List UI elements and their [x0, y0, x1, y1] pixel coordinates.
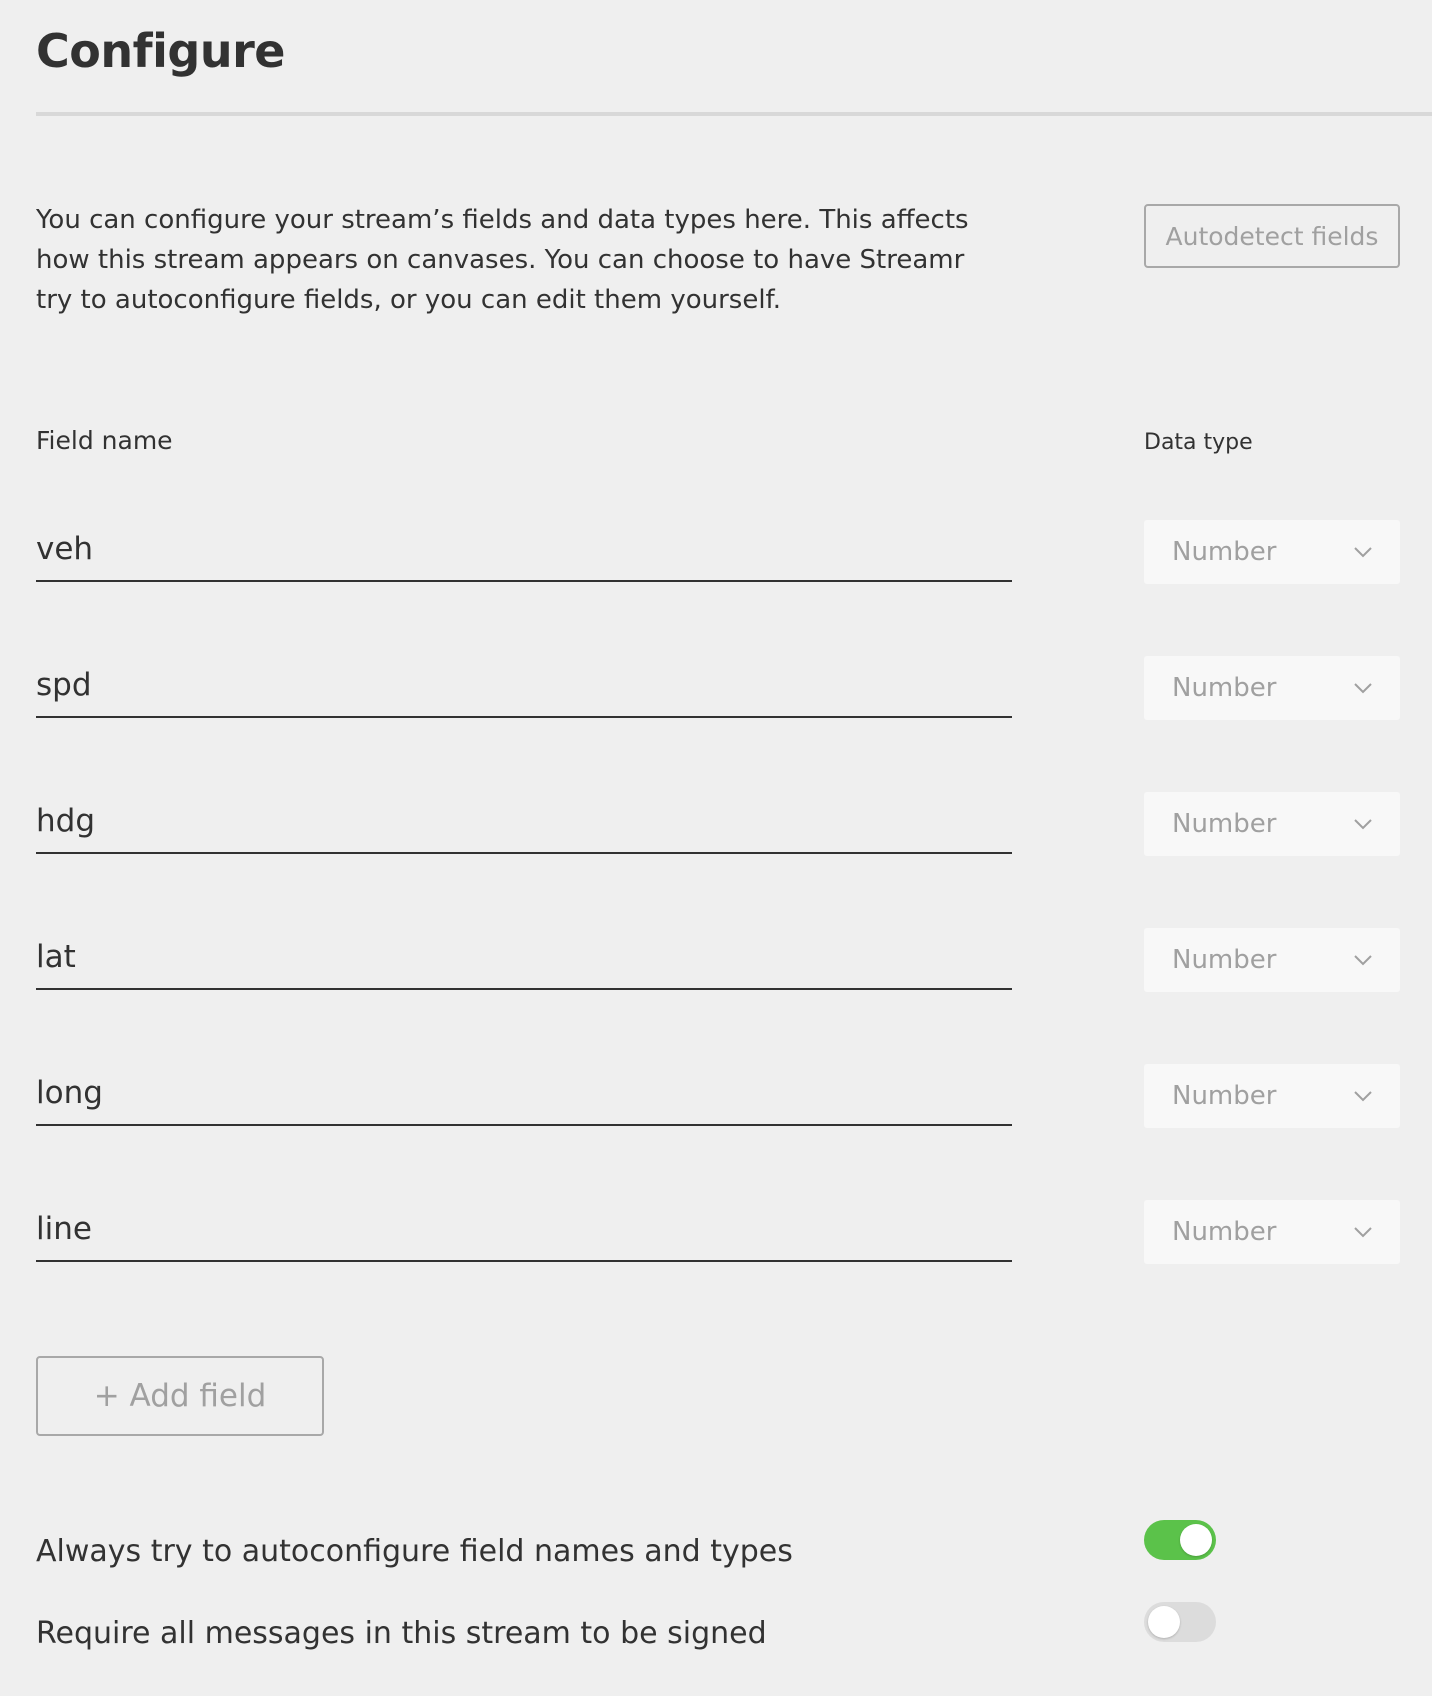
autoconfigure-toggle[interactable] [1144, 1520, 1216, 1560]
data-type-value: Number [1172, 809, 1277, 839]
chevron-down-icon [1354, 1091, 1372, 1102]
data-type-select[interactable]: Number [1144, 792, 1400, 856]
field-name-input[interactable]: hdg [36, 784, 1012, 854]
field-name-input[interactable]: spd [36, 648, 1012, 718]
chevron-down-icon [1354, 1227, 1372, 1238]
title-divider [36, 112, 1432, 116]
toggle-knob [1180, 1524, 1212, 1556]
field-name-input[interactable]: line [36, 1192, 1012, 1262]
field-name-input[interactable]: lat [36, 920, 1012, 990]
toggle-knob [1148, 1606, 1180, 1638]
chevron-down-icon [1354, 683, 1372, 694]
data-type-value: Number [1172, 1081, 1277, 1111]
configure-page: Configure You can configure your stream’… [0, 0, 1432, 1696]
data-type-value: Number [1172, 673, 1277, 703]
require-signed-toggle[interactable] [1144, 1602, 1216, 1642]
add-field-button[interactable]: + Add field [36, 1356, 324, 1436]
field-row: long Number [0, 1056, 1432, 1136]
field-row: hdg Number [0, 784, 1432, 864]
field-row: lat Number [0, 920, 1432, 1000]
require-signed-setting-label: Require all messages in this stream to b… [36, 1616, 767, 1651]
autodetect-fields-button[interactable]: Autodetect fields [1144, 204, 1400, 268]
chevron-down-icon [1354, 547, 1372, 558]
field-name-input[interactable]: long [36, 1056, 1012, 1126]
data-type-column-header: Data type [1144, 430, 1253, 455]
field-name-input[interactable]: veh [36, 512, 1012, 582]
field-name-column-header: Field name [36, 426, 173, 455]
field-row: spd Number [0, 648, 1432, 728]
data-type-select[interactable]: Number [1144, 520, 1400, 584]
data-type-select[interactable]: Number [1144, 928, 1400, 992]
chevron-down-icon [1354, 819, 1372, 830]
intro-text: You can configure your stream’s fields a… [36, 205, 969, 315]
autoconfigure-setting-label: Always try to autoconfigure field names … [36, 1534, 793, 1569]
data-type-value: Number [1172, 1217, 1277, 1247]
data-type-select[interactable]: Number [1144, 1064, 1400, 1128]
data-type-value: Number [1172, 537, 1277, 567]
chevron-down-icon [1354, 955, 1372, 966]
field-row: line Number [0, 1192, 1432, 1272]
page-title: Configure [36, 24, 285, 78]
data-type-select[interactable]: Number [1144, 1200, 1400, 1264]
data-type-select[interactable]: Number [1144, 656, 1400, 720]
field-row: veh Number [0, 512, 1432, 592]
data-type-value: Number [1172, 945, 1277, 975]
